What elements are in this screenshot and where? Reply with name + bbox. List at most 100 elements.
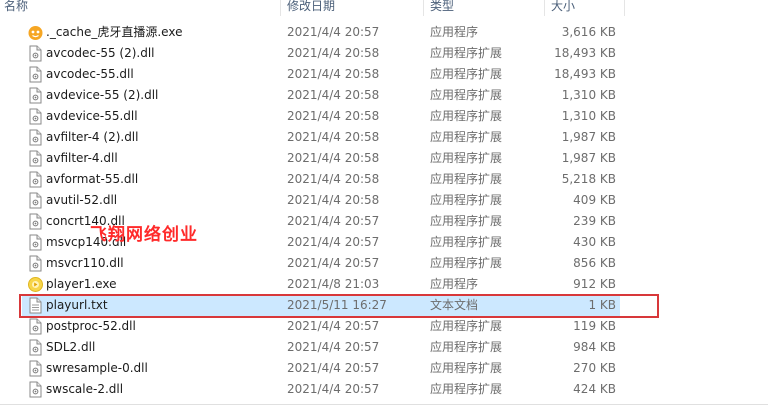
file-date: 2021/4/4 20:58 [287, 172, 380, 186]
dll-file-icon [27, 360, 44, 377]
file-name: postproc-52.dll [46, 319, 136, 333]
file-name: avfilter-4 (2).dll [46, 130, 139, 144]
file-size: 912 KB [573, 277, 616, 291]
file-size: 18,493 KB [554, 46, 616, 60]
file-date: 2021/4/4 20:58 [287, 109, 380, 123]
dll-file-icon [27, 192, 44, 209]
file-type: 应用程序扩展 [430, 361, 503, 375]
dll-file-icon [27, 234, 44, 251]
file-name: avfilter-4.dll [46, 151, 118, 165]
file-size: 270 KB [573, 361, 616, 375]
file-type: 应用程序扩展 [430, 172, 503, 186]
file-row[interactable]: avdevice-55 (2).dll 2021/4/4 20:58 应用程序扩展 1… [22, 85, 620, 106]
column-divider[interactable] [624, 0, 625, 16]
dll-file-icon [27, 87, 44, 104]
file-name: avdevice-55 (2).dll [46, 88, 159, 102]
dll-file-icon [27, 213, 44, 230]
dll-file-icon [27, 150, 44, 167]
file-type: 应用程序扩展 [430, 193, 503, 207]
file-size: 119 KB [573, 319, 616, 333]
file-type: 应用程序扩展 [430, 382, 503, 396]
dll-file-icon [27, 255, 44, 272]
file-type: 应用程序 [430, 25, 479, 39]
file-type: 应用程序扩展 [430, 130, 503, 144]
file-date: 2021/4/4 20:57 [287, 256, 380, 270]
file-row[interactable]: avcodec-55.dll 2021/4/4 20:58 应用程序扩展 18,493… [22, 64, 620, 85]
file-type: 应用程序扩展 [430, 67, 503, 81]
file-size: 856 KB [573, 256, 616, 270]
file-row[interactable]: avformat-55.dll 2021/4/4 20:58 应用程序扩展 5,218… [22, 169, 620, 190]
file-name: swscale-2.dll [46, 382, 124, 396]
file-date: 2021/4/4 20:57 [287, 319, 380, 333]
file-size: 1,987 KB [561, 130, 616, 144]
file-row[interactable]: avutil-52.dll 2021/4/4 20:58 应用程序扩展 409 KB [22, 190, 620, 211]
file-type: 应用程序扩展 [430, 256, 503, 270]
file-size: 1,310 KB [561, 88, 616, 102]
file-size: 984 KB [573, 340, 616, 354]
app-icon-orange [27, 24, 44, 41]
file-size: 409 KB [573, 193, 616, 207]
column-divider[interactable] [544, 0, 545, 16]
dll-file-icon [27, 129, 44, 146]
file-date: 2021/4/4 20:58 [287, 46, 380, 60]
file-name: msvcr110.dll [46, 256, 124, 270]
file-size: 430 KB [573, 235, 616, 249]
column-header-name[interactable]: 名称 [4, 0, 28, 16]
file-type: 应用程序扩展 [430, 340, 503, 354]
file-size: 1,310 KB [561, 109, 616, 123]
file-row[interactable]: avfilter-4 (2).dll 2021/4/4 20:58 应用程序扩展 1,… [22, 127, 620, 148]
file-row[interactable]: msvcr110.dll 2021/4/4 20:57 应用程序扩展 856 KB [22, 253, 620, 274]
file-date: 2021/4/4 20:58 [287, 151, 380, 165]
file-name: ._cache_虎牙直播源.exe [46, 25, 183, 39]
file-name: avcodec-55.dll [46, 67, 134, 81]
file-row[interactable]: avdevice-55.dll 2021/4/4 20:58 应用程序扩展 1,310… [22, 106, 620, 127]
file-size: 239 KB [573, 214, 616, 228]
file-type: 应用程序扩展 [430, 151, 503, 165]
file-date: 2021/4/4 20:58 [287, 130, 380, 144]
file-row[interactable]: swscale-2.dll 2021/4/4 20:57 应用程序扩展 424 KB [22, 379, 620, 400]
file-row[interactable]: swresample-0.dll 2021/4/4 20:57 应用程序扩展 270 … [22, 358, 620, 379]
file-date: 2021/4/4 20:57 [287, 235, 380, 249]
dll-file-icon [27, 339, 44, 356]
column-header-type[interactable]: 类型 [430, 0, 454, 16]
file-row[interactable]: postproc-52.dll 2021/4/4 20:57 应用程序扩展 119 K… [22, 316, 620, 337]
file-type: 应用程序扩展 [430, 319, 503, 333]
file-row[interactable]: avfilter-4.dll 2021/4/4 20:58 应用程序扩展 1,987 … [22, 148, 620, 169]
file-row[interactable]: ._cache_虎牙直播源.exe 2021/4/4 20:57 应用程序 3,616… [22, 22, 620, 43]
file-name: avutil-52.dll [46, 193, 118, 207]
file-type: 应用程序 [430, 277, 479, 291]
file-date: 2021/4/4 20:57 [287, 361, 380, 375]
column-header-date[interactable]: 修改日期 [287, 0, 335, 16]
column-divider[interactable] [423, 0, 424, 16]
file-name: avdevice-55.dll [46, 109, 138, 123]
file-date: 2021/4/4 20:58 [287, 67, 380, 81]
file-date: 2021/4/4 20:57 [287, 25, 380, 39]
column-header-bar: 名称 修改日期 类型 大小 [0, 0, 768, 16]
file-date: 2021/4/4 20:57 [287, 382, 380, 396]
file-size: 424 KB [573, 382, 616, 396]
file-date: 2021/4/4 20:58 [287, 193, 380, 207]
scroll-edge [0, 404, 768, 405]
dll-file-icon [27, 108, 44, 125]
file-row[interactable]: SDL2.dll 2021/4/4 20:57 应用程序扩展 984 KB [22, 337, 620, 358]
file-size: 5,218 KB [561, 172, 616, 186]
dll-file-icon [27, 318, 44, 335]
file-row[interactable]: player1.exe 2021/4/8 21:03 应用程序 912 KB [22, 274, 620, 295]
dll-file-icon [27, 45, 44, 62]
column-divider[interactable] [280, 0, 281, 16]
dll-file-icon [27, 66, 44, 83]
file-type: 应用程序扩展 [430, 109, 503, 123]
file-name: avformat-55.dll [46, 172, 139, 186]
dll-file-icon [27, 171, 44, 188]
file-size: 3,616 KB [561, 25, 616, 39]
file-name: player1.exe [46, 277, 117, 291]
app-icon-yellow [27, 276, 44, 293]
dll-file-icon [27, 381, 44, 398]
file-row[interactable]: avcodec-55 (2).dll 2021/4/4 20:58 应用程序扩展 18… [22, 43, 620, 64]
file-date: 2021/4/4 20:57 [287, 340, 380, 354]
file-name: avcodec-55 (2).dll [46, 46, 155, 60]
file-size: 18,493 KB [554, 67, 616, 81]
column-header-size[interactable]: 大小 [551, 0, 575, 16]
highlight-box [19, 294, 659, 318]
file-type: 应用程序扩展 [430, 235, 503, 249]
